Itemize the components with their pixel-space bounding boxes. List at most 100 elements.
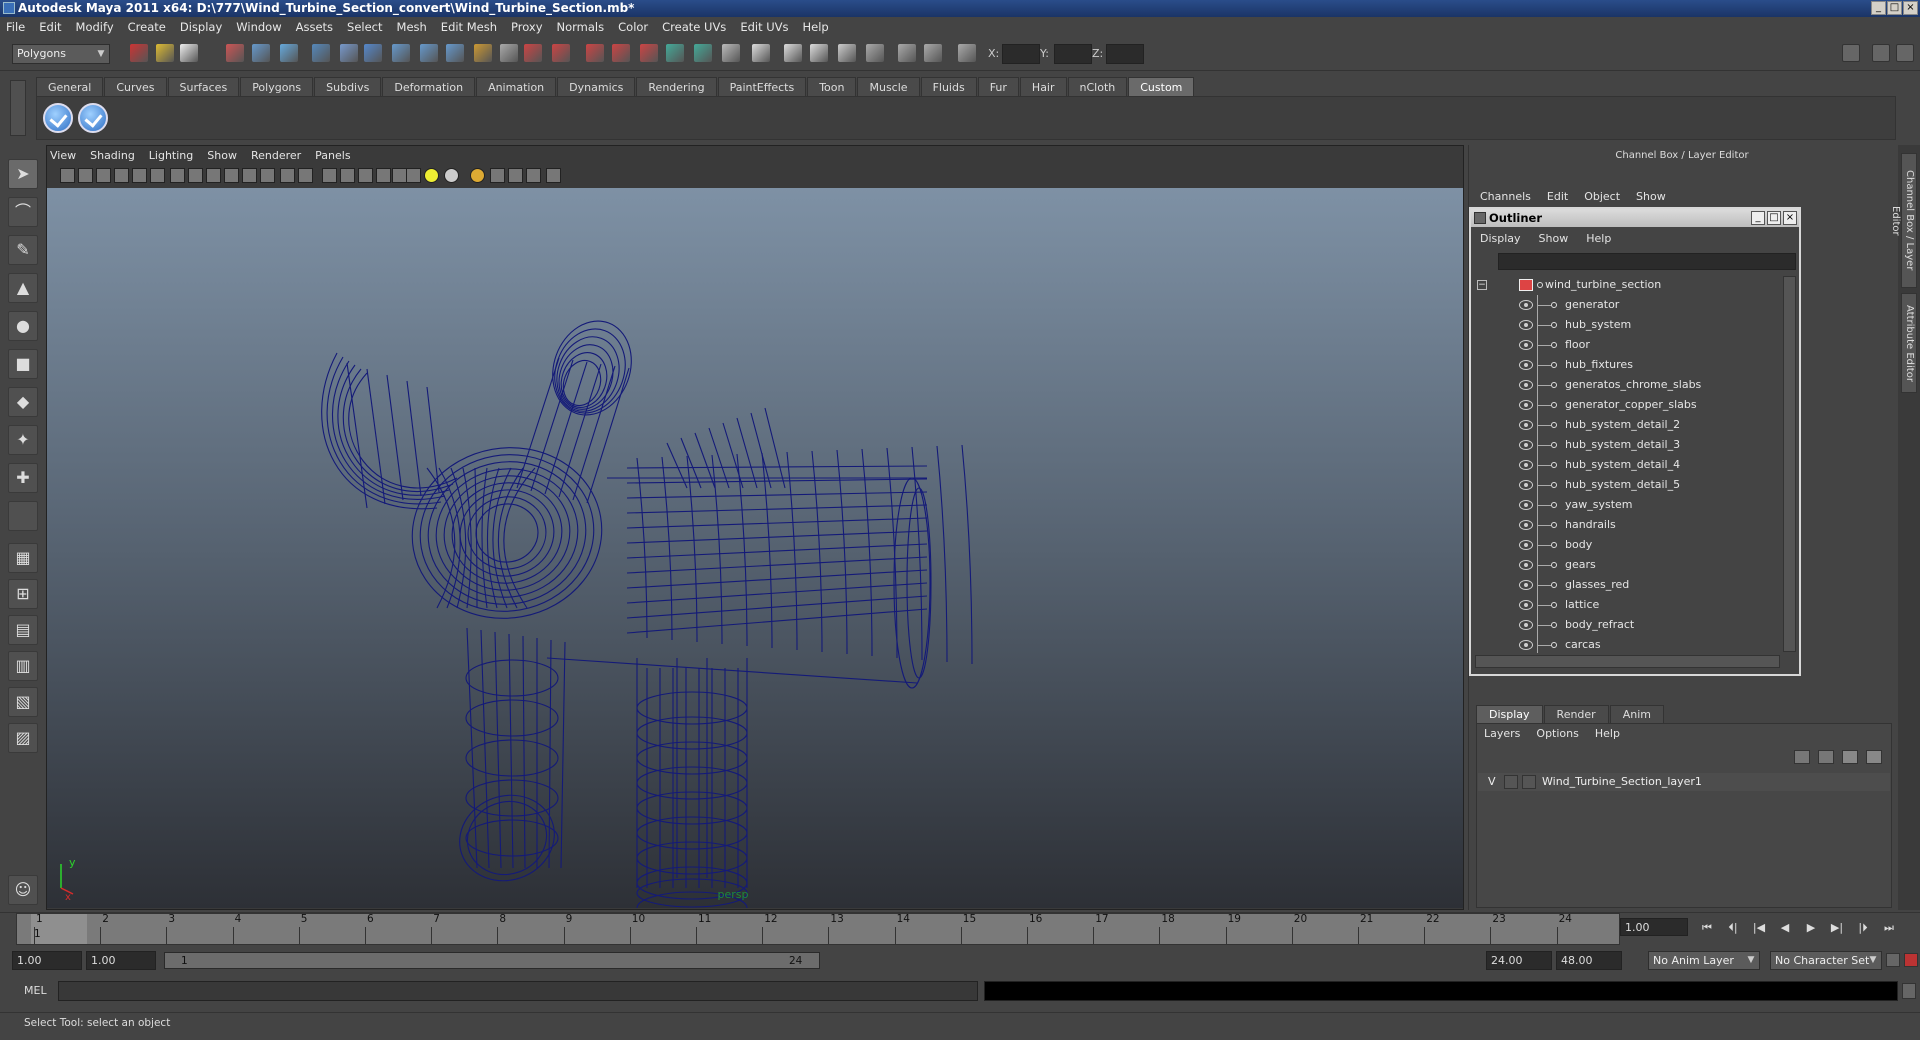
viewport-tool-icon[interactable] (490, 168, 505, 183)
viewport-menu-panels[interactable]: Panels (315, 149, 350, 162)
layer-tab-render[interactable]: Render (1543, 705, 1609, 724)
check-icon[interactable] (78, 103, 108, 133)
move-layer-down-icon[interactable] (1818, 750, 1834, 764)
shelf-tab-polygons[interactable]: Polygons (240, 77, 314, 96)
viewport-tool-icon[interactable] (188, 168, 203, 183)
viewport-tool-icon[interactable] (406, 168, 421, 183)
step-forward-key-icon[interactable]: ▶| (1828, 920, 1846, 936)
cb-show-menu[interactable]: Show (1636, 190, 1666, 203)
outliner-item[interactable]: yaw_system (1475, 495, 1780, 515)
status-tool-icon[interactable] (784, 44, 802, 62)
shelf-tab-general[interactable]: General (36, 77, 104, 96)
layer-menu-help[interactable]: Help (1595, 727, 1620, 740)
viewport-tool-icon[interactable] (170, 168, 185, 183)
status-tool-icon[interactable] (364, 44, 382, 62)
viewport-tool-icon[interactable] (358, 168, 373, 183)
shelf-tab-ncloth[interactable]: nCloth (1067, 77, 1128, 96)
viewport-tool-icon[interactable] (376, 168, 391, 183)
channels-menu[interactable]: Channels (1480, 190, 1531, 203)
new-layer-icon[interactable] (1842, 750, 1858, 764)
viewport-tool-icon[interactable] (470, 168, 485, 183)
mel-label[interactable]: MEL (24, 984, 47, 997)
scale-tool-icon[interactable]: ■ (8, 349, 38, 379)
outliner-persp-layout-icon[interactable]: ▤ (8, 615, 38, 645)
status-tool-icon[interactable] (958, 44, 976, 62)
go-to-start-icon[interactable]: ⏮ (1698, 920, 1716, 936)
viewport-tool-icon[interactable] (444, 168, 459, 183)
menu-color[interactable]: Color (618, 20, 648, 34)
viewport-tool-icon[interactable] (132, 168, 147, 183)
shelf-tab-custom[interactable]: Custom (1128, 77, 1195, 96)
status-tool-icon[interactable] (752, 44, 770, 62)
minimize-button[interactable]: _ (1871, 1, 1886, 15)
layer-tab-anim[interactable]: Anim (1609, 705, 1664, 724)
status-tool-icon[interactable] (694, 44, 712, 62)
menu-set-dropdown[interactable]: Polygons ▼ (12, 44, 110, 64)
outliner-item[interactable]: floor (1475, 335, 1780, 355)
z-field[interactable] (1106, 44, 1144, 64)
menu-mesh[interactable]: Mesh (397, 20, 427, 34)
viewport-menu-view[interactable]: View (50, 149, 76, 162)
outliner-menu-help[interactable]: Help (1586, 232, 1611, 245)
status-tool-icon[interactable] (226, 44, 244, 62)
show-manipulator-icon[interactable]: ✚ (8, 463, 38, 493)
tab-attribute-editor[interactable]: Attribute Editor (1901, 293, 1917, 393)
status-tool-icon[interactable] (446, 44, 464, 62)
viewport-tool-icon[interactable] (340, 168, 355, 183)
character-set-dropdown[interactable]: No Character Set ▼ (1770, 951, 1882, 970)
outliner-item[interactable]: body (1475, 535, 1780, 555)
new-layer-from-selected-icon[interactable] (1866, 750, 1882, 764)
animation-end-field[interactable]: 48.00 (1556, 951, 1622, 970)
shelf-tab-dynamics[interactable]: Dynamics (557, 77, 636, 96)
mel-input[interactable] (58, 981, 978, 1001)
collapse-icon[interactable]: − (1477, 280, 1487, 290)
status-tool-icon[interactable] (612, 44, 630, 62)
status-tool-icon[interactable] (180, 44, 198, 62)
viewport-tool-icon[interactable] (322, 168, 337, 183)
play-backwards-icon[interactable]: ◀ (1776, 920, 1794, 936)
outliner-item[interactable]: gears (1475, 555, 1780, 575)
shelf-tab-fluids[interactable]: Fluids (920, 77, 977, 96)
outliner-item[interactable]: hub_system_detail_4 (1475, 455, 1780, 475)
layer-menu-layers[interactable]: Layers (1484, 727, 1520, 740)
shelf-tab-deformation[interactable]: Deformation (382, 77, 476, 96)
playback-start-field[interactable]: 1.00 (86, 951, 156, 970)
menu-display[interactable]: Display (180, 20, 222, 34)
step-forward-frame-icon[interactable]: |⏵ (1854, 920, 1872, 936)
shelf-tab-painteffects[interactable]: PaintEffects (717, 77, 807, 96)
status-tool-icon[interactable] (552, 44, 570, 62)
paint-select-tool-icon[interactable]: ✎ (8, 235, 38, 265)
last-tool-icon[interactable] (8, 501, 38, 531)
viewport-tool-icon[interactable] (114, 168, 129, 183)
viewport-tool-icon[interactable] (96, 168, 111, 183)
outliner-root-row[interactable]: − wind_turbine_section (1475, 275, 1780, 295)
close-button[interactable]: × (1903, 1, 1918, 15)
viewport-tool-icon[interactable] (78, 168, 93, 183)
viewport-tool-icon[interactable] (392, 168, 407, 183)
x-field[interactable] (1002, 44, 1040, 64)
outliner-horizontal-scrollbar[interactable] (1475, 655, 1780, 668)
hypershade-layout-icon[interactable]: ▧ (8, 687, 38, 717)
four-pane-layout-icon[interactable]: ⊞ (8, 579, 38, 609)
menu-edit-uvs[interactable]: Edit UVs (740, 20, 788, 34)
status-tool-icon[interactable] (130, 44, 148, 62)
maximize-button[interactable]: □ (1887, 1, 1902, 15)
auto-key-icon[interactable] (1886, 953, 1900, 967)
outliner-item[interactable]: hub_system_detail_5 (1475, 475, 1780, 495)
status-tool-icon[interactable] (420, 44, 438, 62)
play-forwards-icon[interactable]: ▶ (1802, 920, 1820, 936)
outliner-item[interactable]: handrails (1475, 515, 1780, 535)
layer-menu-options[interactable]: Options (1536, 727, 1578, 740)
step-back-key-icon[interactable]: |◀ (1750, 920, 1768, 936)
move-layer-up-icon[interactable] (1794, 750, 1810, 764)
viewport-tool-icon[interactable] (260, 168, 275, 183)
outliner-filter-input[interactable] (1498, 253, 1796, 270)
viewport-menu-show[interactable]: Show (207, 149, 237, 162)
menu-create-uvs[interactable]: Create UVs (662, 20, 726, 34)
layer-template-toggle[interactable] (1504, 775, 1518, 789)
outliner-item[interactable]: generatos_chrome_slabs (1475, 375, 1780, 395)
status-tool-icon[interactable] (474, 44, 492, 62)
shelf-tab-muscle[interactable]: Muscle (857, 77, 920, 96)
channel-box-toggle-icon[interactable] (1872, 44, 1890, 62)
viewport-tool-icon[interactable] (280, 168, 295, 183)
